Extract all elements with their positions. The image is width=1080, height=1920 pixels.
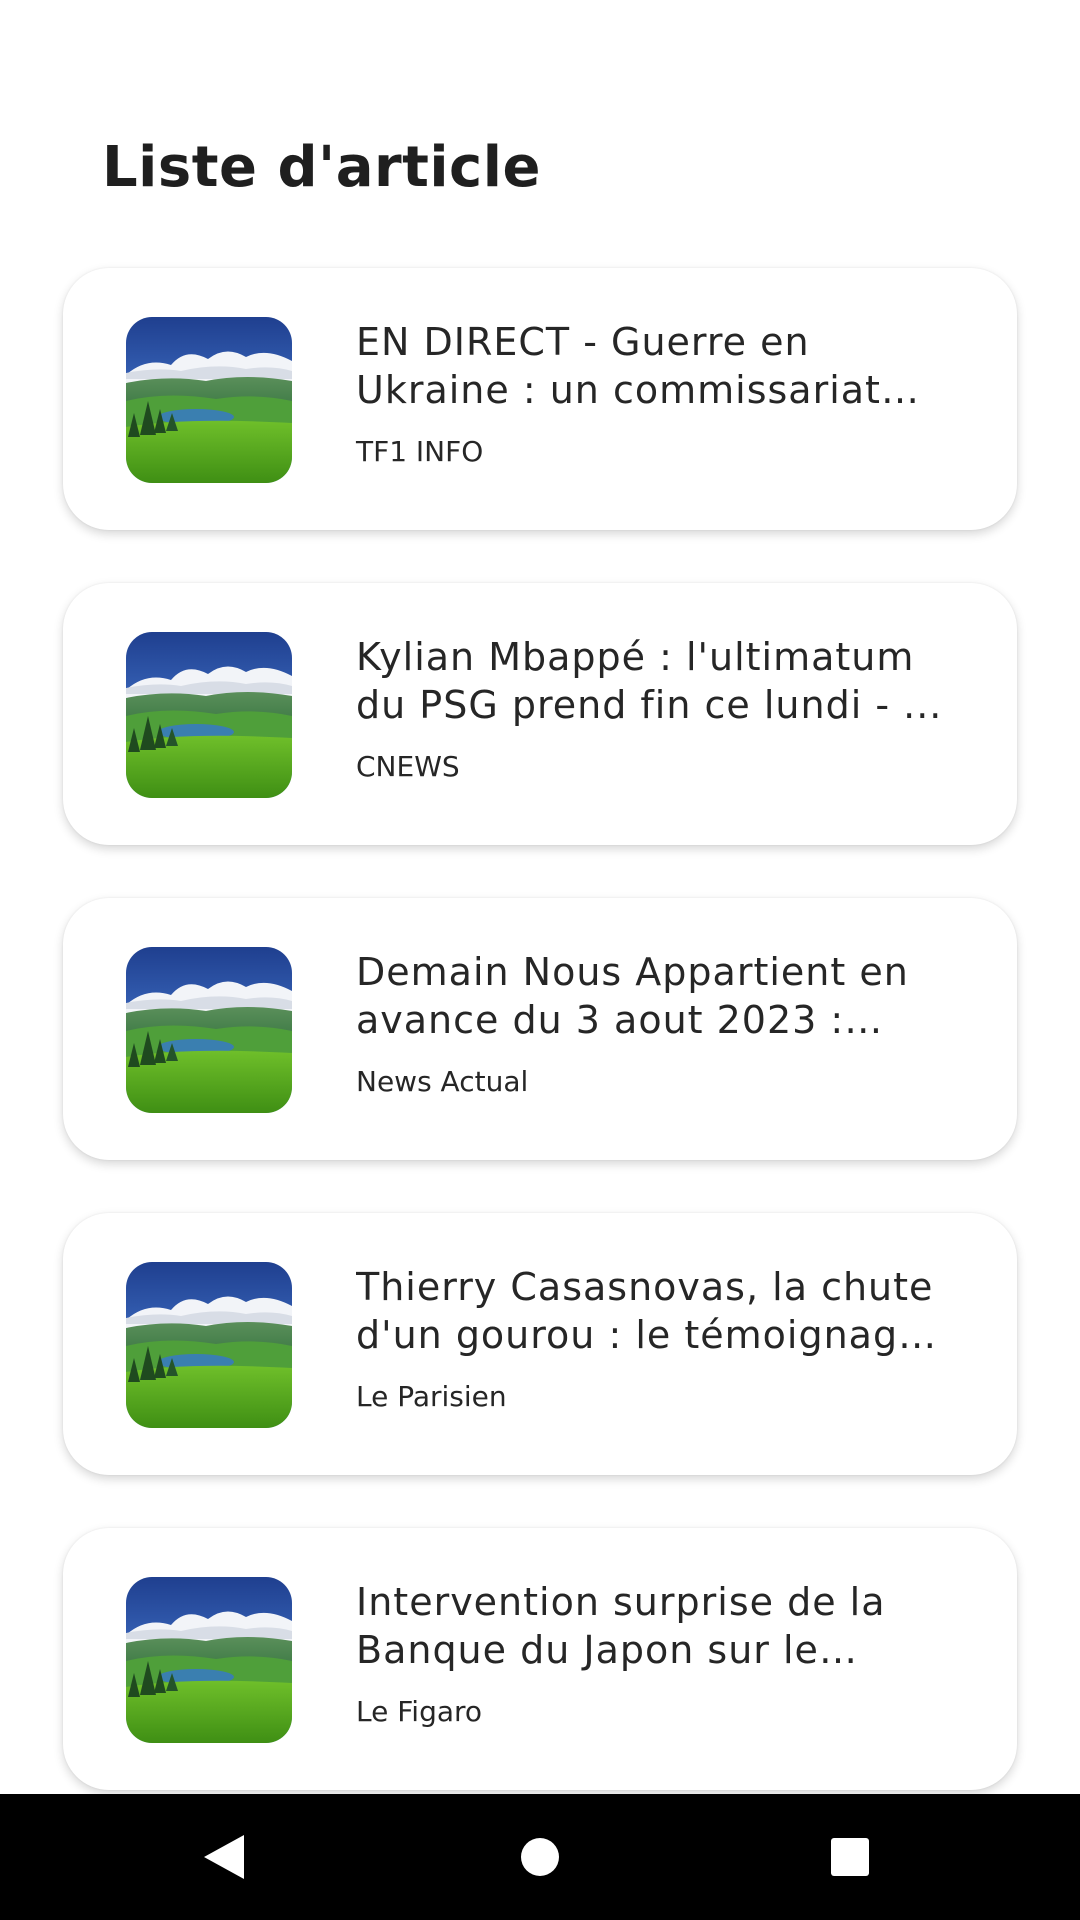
- landscape-thumbnail-icon: [126, 947, 292, 1113]
- landscape-thumbnail-icon: [126, 632, 292, 798]
- article-source: News Actual: [356, 1065, 529, 1098]
- recents-button[interactable]: [790, 1794, 910, 1920]
- article-thumbnail: [126, 632, 292, 798]
- article-thumbnail: [126, 1262, 292, 1428]
- article-card[interactable]: Thierry Casasnovas, la chute d'un gourou…: [63, 1213, 1017, 1475]
- article-source: Le Parisien: [356, 1380, 507, 1413]
- article-card[interactable]: Kylian Mbappé : l'ultimatum du PSG prend…: [63, 583, 1017, 845]
- landscape-thumbnail-icon: [126, 317, 292, 483]
- article-title: EN DIRECT - Guerre en Ukraine : un commi…: [356, 320, 881, 412]
- page-title: Liste d'article: [102, 135, 541, 200]
- article-source: CNEWS: [356, 750, 460, 783]
- article-thumbnail: [126, 1577, 292, 1743]
- back-button[interactable]: [164, 1794, 284, 1920]
- article-title: Demain Nous Appartient en avance du 3 ao…: [356, 950, 909, 1042]
- article-thumbnail: [126, 317, 292, 483]
- home-button[interactable]: [480, 1794, 600, 1920]
- article-card[interactable]: EN DIRECT - Guerre en Ukraine : un commi…: [63, 268, 1017, 530]
- article-list[interactable]: EN DIRECT - Guerre en Ukraine : un commi…: [63, 268, 1017, 1843]
- article-card[interactable]: Demain Nous Appartient en avance du 3 ao…: [63, 898, 1017, 1160]
- article-title: Thierry Casasnovas, la chute d'un gourou…: [356, 1265, 934, 1357]
- article-title: Intervention surprise de la Banque du Ja…: [356, 1580, 886, 1672]
- home-circle-icon: [521, 1838, 559, 1876]
- landscape-thumbnail-icon: [126, 1262, 292, 1428]
- back-triangle-icon: [204, 1835, 244, 1879]
- article-thumbnail: [126, 947, 292, 1113]
- article-title: Kylian Mbappé : l'ultimatum du PSG prend…: [356, 635, 943, 727]
- article-source: Le Figaro: [356, 1695, 483, 1728]
- recents-square-icon: [831, 1838, 869, 1876]
- landscape-thumbnail-icon: [126, 1577, 292, 1743]
- system-navigation-bar: [0, 1794, 1080, 1920]
- article-card[interactable]: Intervention surprise de la Banque du Ja…: [63, 1528, 1017, 1790]
- screen: Liste d'article EN DIRECT - Guerre en Uk…: [0, 0, 1080, 1920]
- article-source: TF1 INFO: [356, 435, 484, 468]
